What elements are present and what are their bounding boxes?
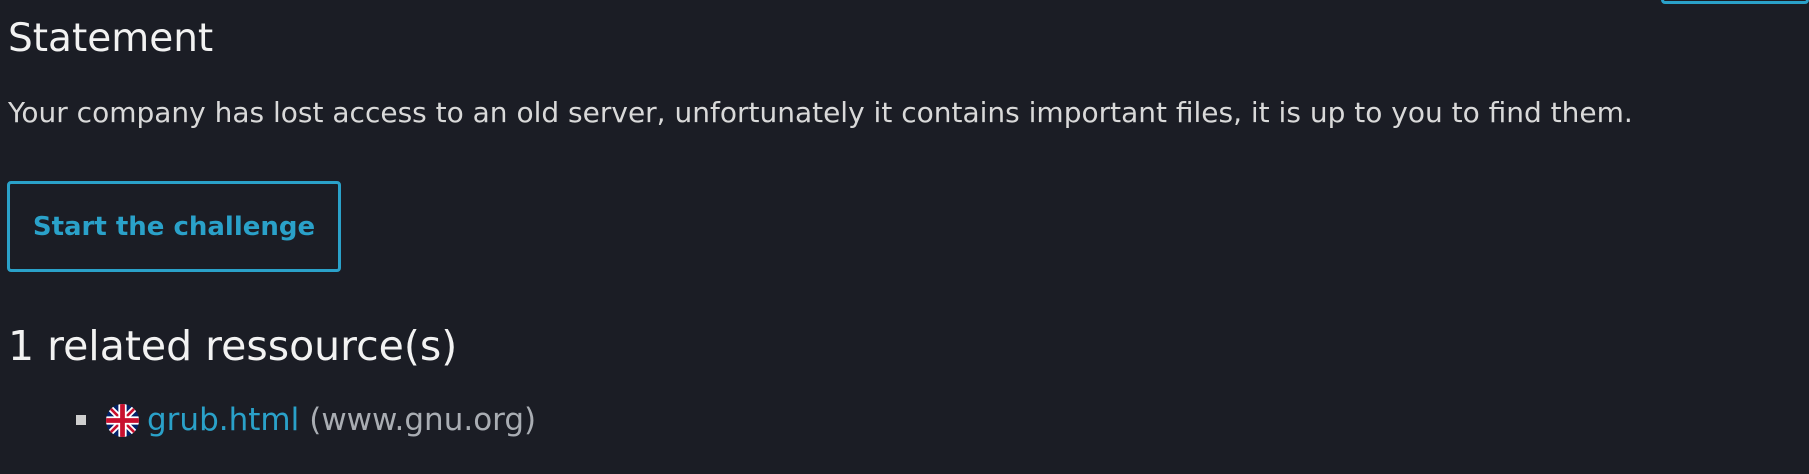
statement-text: Your company has lost access to an old s…: [8, 96, 1633, 129]
resource-link[interactable]: grub.html: [147, 402, 299, 438]
resource-list: grub.html (www.gnu.org): [76, 398, 536, 442]
top-right-button-edge[interactable]: [1661, 0, 1809, 4]
uk-flag-icon: [106, 403, 139, 437]
bullet-icon: [76, 415, 86, 425]
related-resources-heading: 1 related ressource(s): [8, 322, 458, 370]
resource-domain: (www.gnu.org): [309, 402, 537, 438]
challenge-page: Statement Your company has lost access t…: [0, 0, 1809, 474]
start-challenge-button[interactable]: Start the challenge: [7, 181, 341, 272]
statement-heading: Statement: [8, 16, 214, 61]
list-item: grub.html (www.gnu.org): [76, 398, 536, 442]
